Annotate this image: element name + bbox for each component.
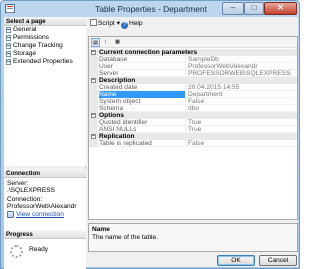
close-button[interactable]: ✕	[264, 2, 297, 15]
property-name: Quoted identifier	[99, 119, 186, 126]
property-row-table-is-replicated[interactable]: Table is replicated False	[89, 140, 297, 147]
connection-label: Connection:	[7, 196, 43, 203]
property-row-user[interactable]: User ProfessorWeb\Alexandr	[89, 63, 297, 70]
category-label: Description	[99, 77, 136, 84]
progress-panel: Ready	[4, 239, 86, 269]
connection-panel: Server: .\SQLEXPRESS Connection: Profess…	[4, 178, 86, 230]
page-icon	[6, 59, 11, 65]
property-row-server[interactable]: Server PROFESSORWEB\SQLEXPRESS	[89, 70, 297, 77]
progress-heading: Progress	[4, 230, 86, 239]
left-panel: Select a page General Permissions Change…	[4, 17, 86, 269]
property-name: User	[99, 63, 186, 70]
connection-value: ProfessorWeb\Alexandr	[7, 203, 77, 210]
select-page-heading: Select a page	[4, 17, 86, 26]
help-label: Help	[129, 20, 143, 27]
property-name: Server	[99, 70, 186, 77]
category-label: Current connection parameters	[99, 49, 198, 56]
category-options[interactable]: − Options	[89, 112, 297, 119]
property-name: ANSI NULLs	[99, 126, 186, 133]
page-icon	[6, 43, 11, 49]
collapse-icon[interactable]: −	[91, 50, 96, 55]
title-bar[interactable]: Table Properties - Department – □ ✕	[1, 1, 299, 17]
property-name: Name	[99, 91, 186, 98]
cancel-button[interactable]: Cancel	[259, 255, 297, 266]
property-grid-toolbar: ▤ ↕ ▦	[89, 37, 297, 48]
page-item-label: General	[13, 26, 37, 33]
property-row-quoted-identifier[interactable]: Quoted identifier True	[89, 119, 297, 126]
script-label: Script	[98, 20, 115, 27]
help-button[interactable]: ? Help	[121, 19, 143, 29]
property-name: Database	[99, 56, 186, 63]
property-rows: − Current connection parameters Database…	[89, 49, 297, 147]
progress-status: Ready	[29, 246, 49, 253]
page-list: General Permissions Change Tracking Stor…	[4, 26, 86, 166]
page-item-label: Storage	[13, 50, 37, 57]
description-title: Name	[92, 226, 110, 233]
page-item-label: Change Tracking	[13, 42, 63, 49]
page-item-label: Permissions	[13, 34, 49, 41]
property-row-system-object[interactable]: System object False	[89, 98, 297, 105]
property-name: Created date	[99, 84, 186, 91]
property-grid: ▤ ↕ ▦ − Current connection parameters Da…	[88, 36, 298, 220]
help-icon: ?	[121, 22, 128, 29]
property-row-database[interactable]: Database SampleDb	[89, 56, 297, 63]
property-name: System object	[99, 98, 186, 105]
page-item-general[interactable]: General	[4, 26, 86, 34]
page-item-extended-properties[interactable]: Extended Properties	[4, 58, 86, 66]
script-icon	[90, 19, 97, 26]
property-value: Department	[188, 91, 223, 98]
category-label: Options	[99, 112, 124, 119]
dialog-client-area: Select a page General Permissions Change…	[4, 17, 298, 269]
collapse-icon[interactable]: −	[91, 134, 96, 139]
page-item-storage[interactable]: Storage	[4, 50, 86, 58]
collapse-icon[interactable]: −	[91, 113, 96, 118]
connection-heading: Connection	[4, 169, 86, 178]
view-connection-label: View connection	[16, 211, 64, 218]
alphabetical-sort-icon[interactable]: ↕	[101, 38, 110, 47]
page-item-label: Extended Properties	[13, 58, 73, 65]
table-properties-window: Table Properties - Department – □ ✕ Sele…	[0, 0, 300, 269]
property-row-name[interactable]: Name Department	[89, 91, 297, 98]
property-row-schema[interactable]: Schema dbo	[89, 105, 297, 112]
view-connection-link[interactable]: View connection	[4, 210, 86, 219]
property-value: ProfessorWeb\Alexandr	[188, 63, 258, 70]
property-value: True	[188, 126, 202, 133]
property-value: False	[188, 98, 205, 105]
page-icon	[6, 27, 11, 33]
chevron-down-icon[interactable]: ▾	[117, 20, 120, 27]
property-value: True	[188, 119, 202, 126]
categorized-view-icon[interactable]: ▤	[91, 38, 100, 47]
progress-spinner-icon	[10, 245, 23, 258]
page-icon	[6, 35, 11, 41]
minimize-button[interactable]: –	[222, 2, 244, 15]
connection-properties-icon	[7, 211, 14, 218]
property-name: Schema	[99, 105, 186, 112]
server-value: .\SQLEXPRESS	[7, 187, 56, 194]
category-current-connection-parameters[interactable]: − Current connection parameters	[89, 49, 297, 56]
property-pages-icon[interactable]: ▦	[113, 38, 122, 47]
description-text: The name of the table.	[92, 234, 158, 241]
property-value: False	[188, 140, 205, 147]
property-description-pane: Name The name of the table.	[88, 223, 298, 252]
ok-button[interactable]: OK	[217, 255, 255, 266]
property-value: PROFESSORWEB\SQLEXPRESS	[188, 70, 291, 77]
server-label: Server:	[7, 180, 29, 187]
page-icon	[6, 51, 11, 57]
property-value: SampleDb	[188, 56, 219, 63]
category-description[interactable]: − Description	[89, 77, 297, 84]
page-item-permissions[interactable]: Permissions	[4, 34, 86, 42]
category-replication[interactable]: − Replication	[89, 133, 297, 140]
property-row-ansi-nulls[interactable]: ANSI NULLs True	[89, 126, 297, 133]
property-value: dbo	[188, 105, 200, 112]
property-value: 20.04.2015 14:55	[188, 84, 240, 91]
script-button[interactable]: Script ▾	[90, 19, 120, 28]
category-label: Replication	[99, 133, 135, 140]
maximize-button[interactable]: □	[244, 2, 264, 15]
property-name: Table is replicated	[99, 140, 186, 147]
toolbar: Script ▾ ? Help	[88, 17, 298, 30]
property-row-created-date[interactable]: Created date 20.04.2015 14:55	[89, 84, 297, 91]
page-item-change-tracking[interactable]: Change Tracking	[4, 42, 86, 50]
collapse-icon[interactable]: −	[91, 78, 96, 83]
